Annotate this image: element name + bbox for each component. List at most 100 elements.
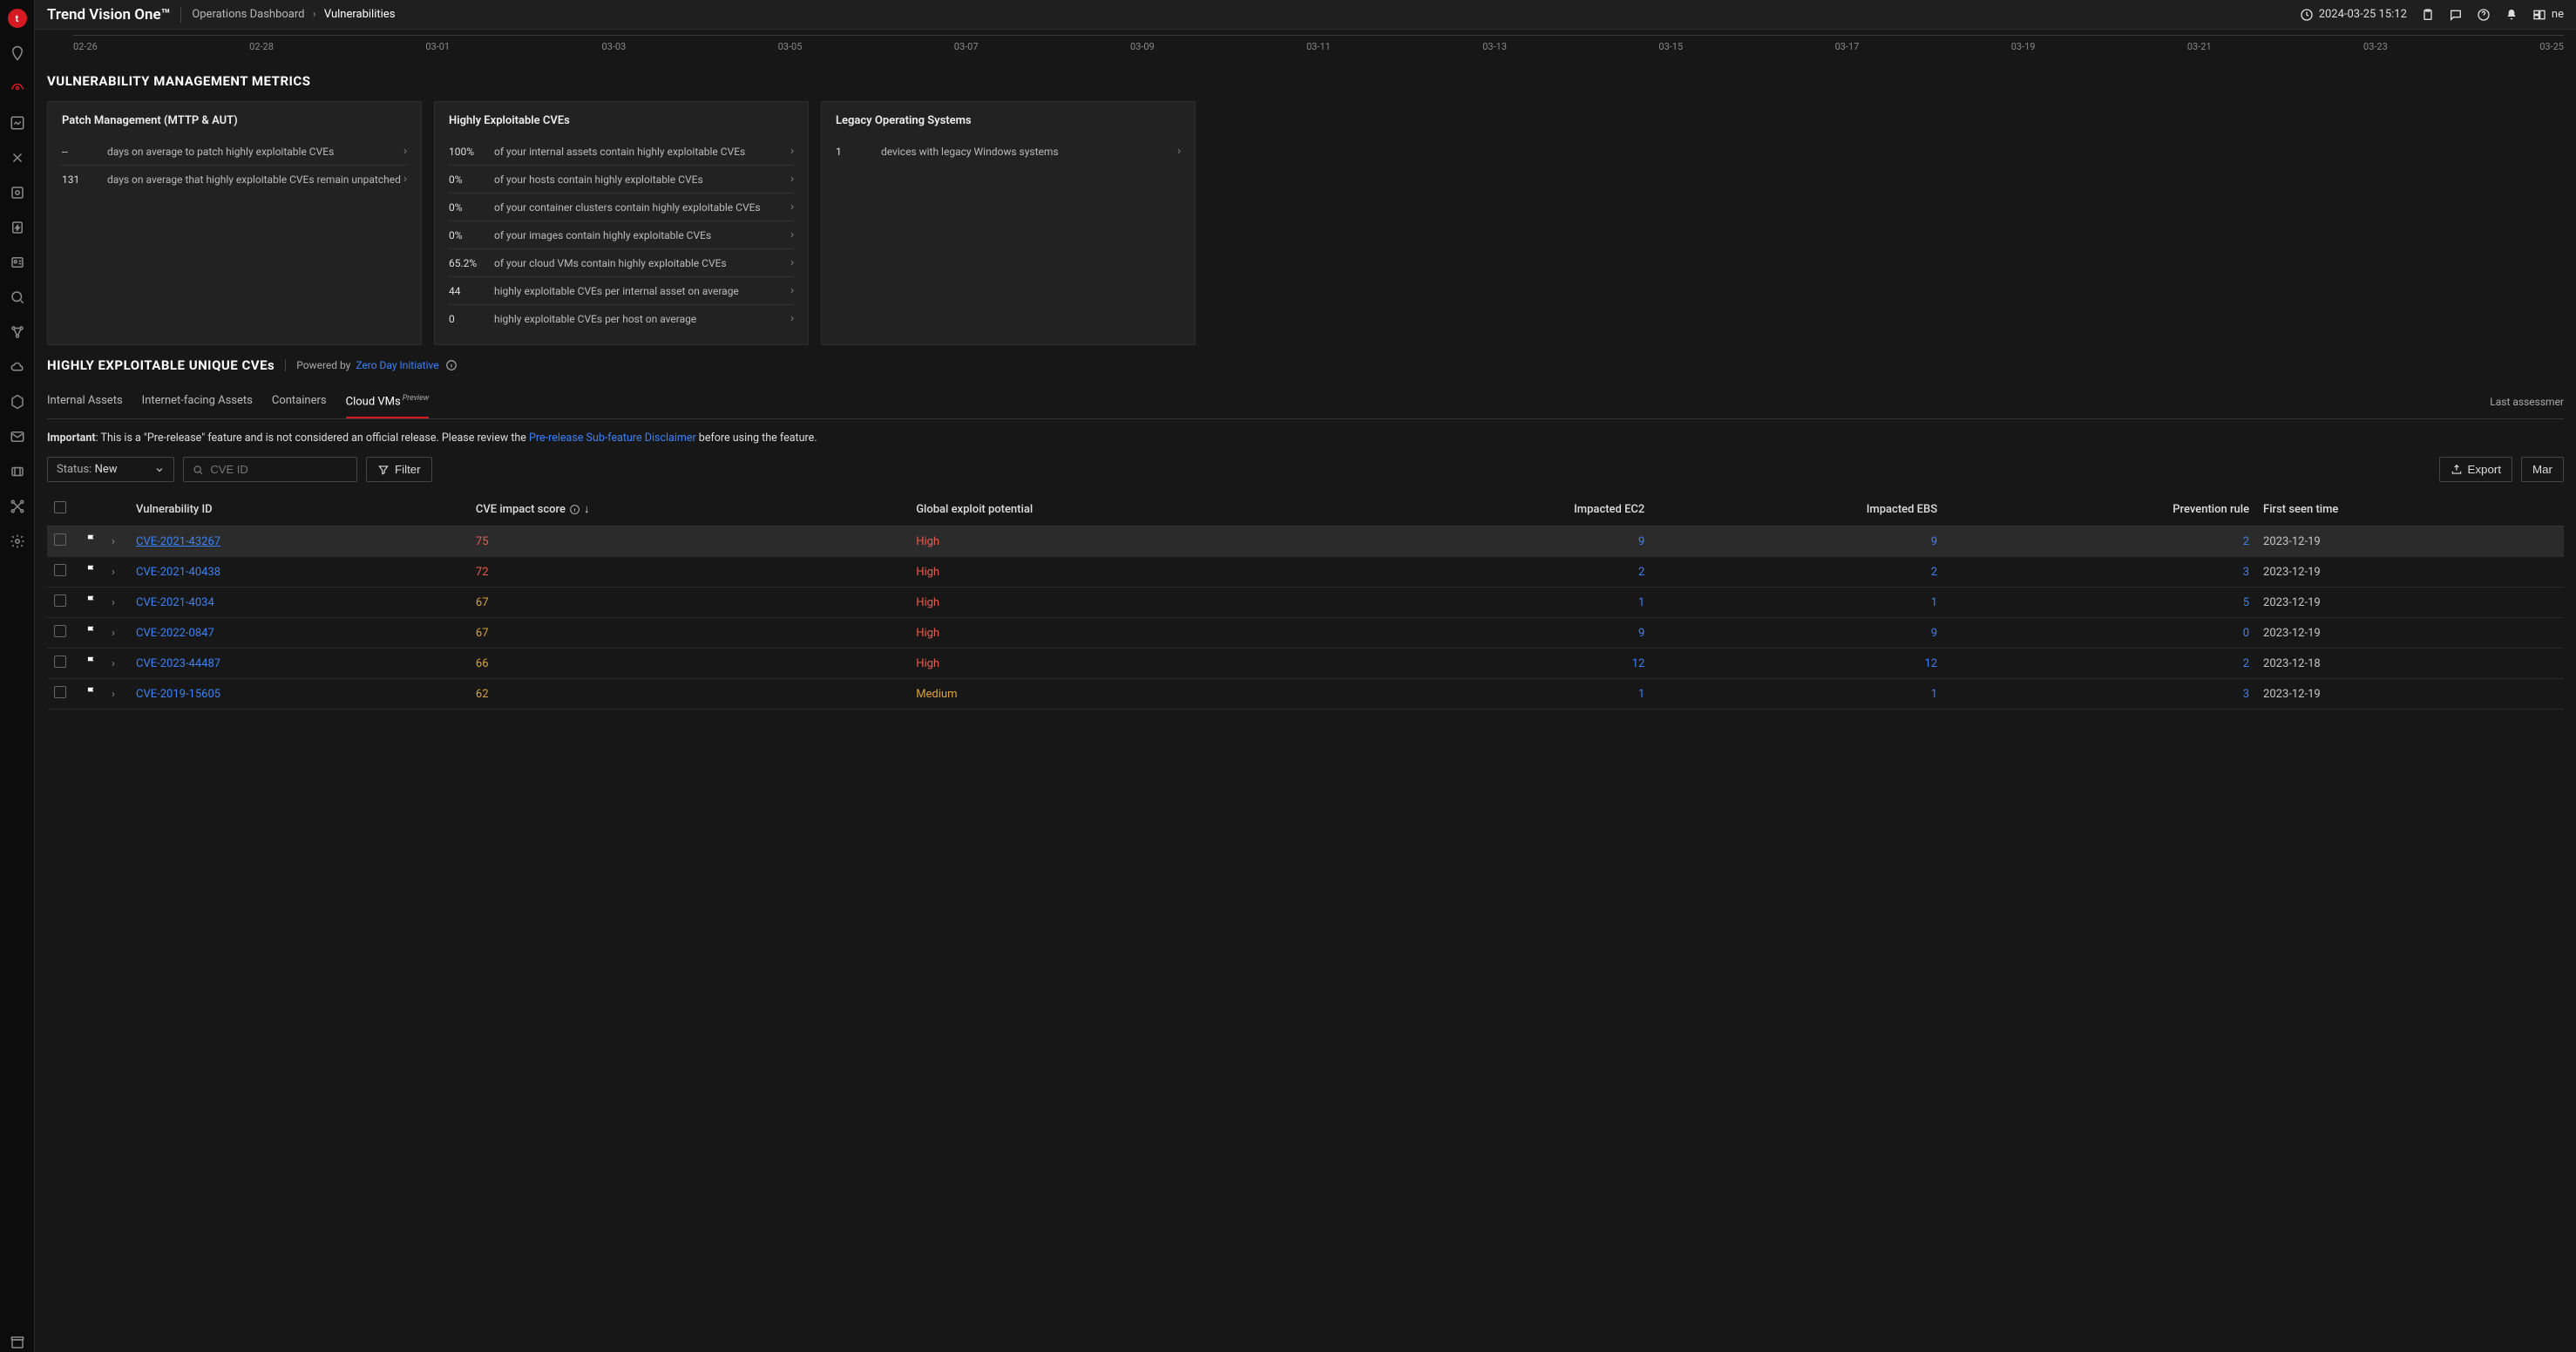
expand-icon[interactable]: › [112,566,115,579]
impacted-ec2-link[interactable]: 2 [1638,566,1644,579]
flag-icon[interactable] [85,567,98,580]
table-row[interactable]: ›CVE-2021-403467High1152023-12-19 [47,588,2564,618]
topbar-chat-icon[interactable] [2449,8,2463,22]
topbar-clipboard-icon[interactable] [2421,8,2435,22]
flag-icon[interactable] [85,628,98,641]
metric-row[interactable]: 0%of your hosts contain highly exploitab… [449,166,794,194]
info-icon[interactable] [445,359,458,371]
tab-cloud-vms[interactable]: Cloud VMsPreview [346,385,430,418]
row-checkbox[interactable] [54,564,66,576]
flag-icon[interactable] [85,658,98,671]
row-checkbox[interactable] [54,594,66,607]
cve-link[interactable]: CVE-2021-40438 [136,566,220,579]
impacted-ebs-link[interactable]: 2 [1931,566,1937,579]
disclaimer-link[interactable]: Pre-release Sub-feature Disclaimer [529,431,696,445]
metric-row[interactable]: 0%of your images contain highly exploita… [449,221,794,249]
nav-gauge-icon[interactable] [8,78,27,98]
breadcrumb-parent[interactable]: Operations Dashboard [192,8,304,21]
expand-icon[interactable]: › [112,535,115,548]
exploit-potential: Medium [916,688,957,701]
impacted-ec2-link[interactable]: 9 [1638,535,1644,548]
nav-search-icon[interactable] [8,288,27,307]
status-select[interactable]: Status: New [47,457,174,482]
nav-mail-icon[interactable] [8,427,27,446]
metric-row[interactable]: 44highly exploitable CVEs per internal a… [449,277,794,305]
impacted-ec2-link[interactable]: 1 [1638,596,1644,609]
metric-row[interactable]: 100%of your internal assets contain high… [449,138,794,166]
filter-button[interactable]: Filter [366,457,432,482]
zero-day-initiative-link[interactable]: Zero Day Initiative [356,359,438,371]
expand-icon[interactable]: › [112,657,115,670]
row-checkbox[interactable] [54,533,66,546]
topbar-bell-icon[interactable] [2505,8,2518,22]
impacted-ec2-link[interactable]: 12 [1632,657,1645,670]
select-all-checkbox[interactable] [54,501,66,513]
nav-nodes-icon[interactable] [8,497,27,516]
nav-hex-icon[interactable] [8,392,27,411]
metric-row[interactable]: 0%of your container clusters contain hig… [449,194,794,221]
prevention-rule-link[interactable]: 2 [2243,535,2249,548]
table-row[interactable]: ›CVE-2021-4326775High9922023-12-19 [47,527,2564,557]
flag-icon[interactable] [85,597,98,610]
prevention-rule-link[interactable]: 3 [2243,688,2249,701]
impacted-ebs-link[interactable]: 1 [1931,688,1937,701]
cve-link[interactable]: CVE-2023-44487 [136,657,220,670]
metric-row[interactable]: 65.2%of your cloud VMs contain highly ex… [449,249,794,277]
nav-archive-icon[interactable] [8,1333,27,1352]
row-checkbox[interactable] [54,656,66,668]
table-row[interactable]: ›CVE-2021-4043872High2232023-12-19 [47,557,2564,588]
prevention-rule-link[interactable]: 0 [2243,627,2249,640]
nav-gear-icon[interactable] [8,532,27,551]
prevention-rule-link[interactable]: 3 [2243,566,2249,579]
export-button[interactable]: Export [2439,457,2513,482]
nav-map-icon[interactable] [8,44,27,63]
tab-internal-assets[interactable]: Internal Assets [47,385,123,418]
cve-link[interactable]: CVE-2021-43267 [136,535,220,548]
table-row[interactable]: ›CVE-2019-1560562Medium1132023-12-19 [47,679,2564,710]
nav-chart-icon[interactable] [8,113,27,132]
sort-desc-icon[interactable]: ↓ [584,502,590,516]
table-row[interactable]: ›CVE-2023-4448766High121222023-12-18 [47,649,2564,679]
impacted-ebs-link[interactable]: 12 [1924,657,1937,670]
nav-folder-icon[interactable] [8,462,27,481]
topbar-help-icon[interactable] [2477,8,2491,22]
tab-internet-facing-assets[interactable]: Internet-facing Assets [142,385,253,418]
nav-idcard-icon[interactable] [8,253,27,272]
clock-icon [2300,8,2314,22]
cve-link[interactable]: CVE-2021-4034 [136,596,214,609]
expand-icon[interactable]: › [112,596,115,609]
expand-icon[interactable]: › [112,688,115,701]
topbar-server-icon[interactable]: ne [2532,8,2564,22]
prevention-rule-link[interactable]: 5 [2243,596,2249,609]
manage-button[interactable]: Mar [2521,457,2564,482]
metric-row[interactable]: 1devices with legacy Windows systems› [836,138,1181,165]
cve-link[interactable]: CVE-2019-15605 [136,688,220,701]
table-row[interactable]: ›CVE-2022-084767High9902023-12-19 [47,618,2564,649]
prevention-rule-link[interactable]: 2 [2243,657,2249,670]
divider [180,7,181,23]
tab-containers[interactable]: Containers [272,385,327,418]
flag-icon[interactable] [85,536,98,549]
impacted-ebs-link[interactable]: 1 [1931,596,1937,609]
info-icon[interactable] [569,504,580,515]
nav-shield-icon[interactable] [8,183,27,202]
impacted-ebs-link[interactable]: 9 [1931,535,1937,548]
brand-logo[interactable]: t [8,9,27,28]
cve-search-box[interactable] [183,457,357,482]
flag-icon[interactable] [85,689,98,702]
row-checkbox[interactable] [54,625,66,637]
expand-icon[interactable]: › [112,627,115,640]
metric-row[interactable]: 0highly exploitable CVEs per host on ave… [449,305,794,332]
cve-link[interactable]: CVE-2022-0847 [136,627,214,640]
metric-row[interactable]: 131days on average that highly exploitab… [62,166,407,193]
nav-network-icon[interactable] [8,323,27,342]
cve-search-input[interactable] [210,463,348,476]
row-checkbox[interactable] [54,686,66,698]
impacted-ec2-link[interactable]: 9 [1638,627,1644,640]
nav-cross-icon[interactable] [8,148,27,167]
impacted-ec2-link[interactable]: 1 [1638,688,1644,701]
impacted-ebs-link[interactable]: 9 [1931,627,1937,640]
metric-row[interactable]: --days on average to patch highly exploi… [62,138,407,166]
nav-cloud-icon[interactable] [8,357,27,377]
nav-bolt-icon[interactable] [8,218,27,237]
